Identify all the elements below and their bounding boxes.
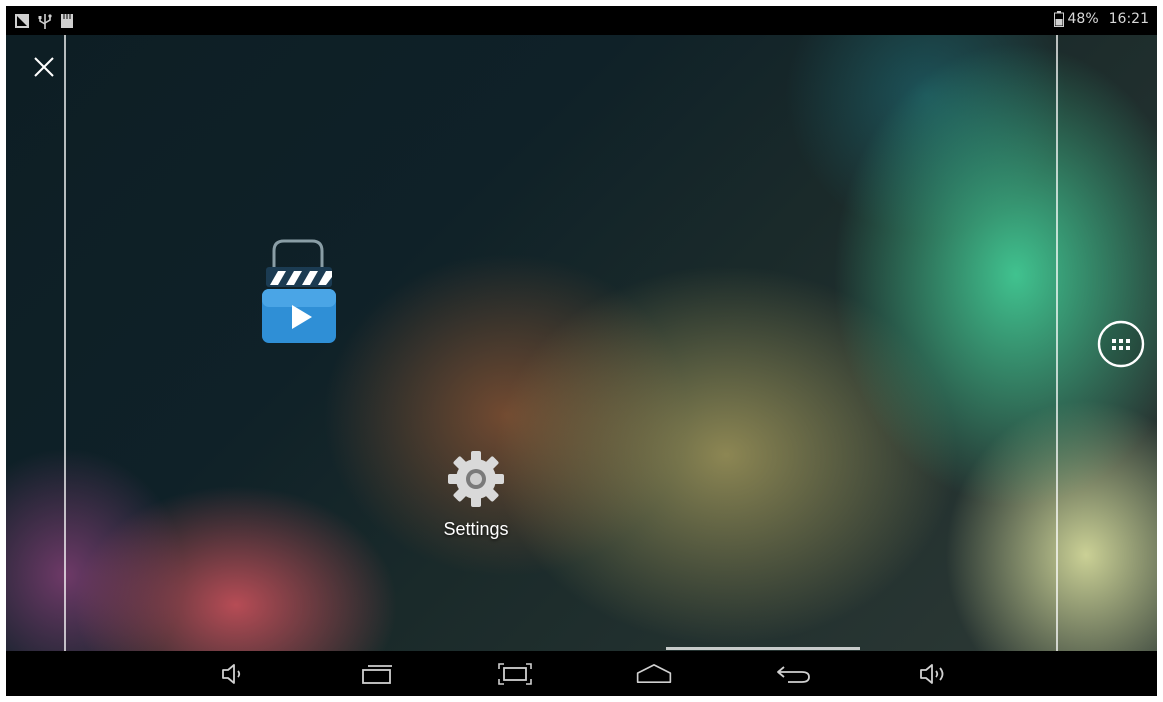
close-icon: [34, 57, 54, 77]
usb-icon: [38, 14, 52, 29]
system-status: 48% 16:21: [1053, 11, 1149, 27]
home-screen[interactable]: Settings: [6, 35, 1157, 651]
volume-up-button[interactable]: [914, 658, 954, 690]
volume-down-icon: [222, 664, 241, 684]
navigation-bar: [6, 651, 1157, 696]
battery-percent: 48%: [1067, 11, 1099, 27]
page-scroll-indicator: [666, 647, 860, 650]
device-screen: 48% 16:21 Settings: [6, 6, 1157, 696]
volume-down-button[interactable]: [214, 658, 254, 690]
screenshot-button[interactable]: [495, 658, 535, 690]
settings-label: Settings: [443, 519, 509, 539]
recent-apps-icon: [362, 665, 392, 684]
app-drawer-icon: [1097, 320, 1145, 368]
page-edge-right: [1056, 35, 1058, 651]
home-button[interactable]: [634, 658, 674, 690]
recent-apps-button[interactable]: [358, 658, 398, 690]
volume-up-icon: [920, 664, 944, 684]
back-button[interactable]: [774, 658, 814, 690]
sd-card-icon: [61, 14, 73, 28]
screenshot-icon: [498, 663, 532, 685]
status-bar: 48% 16:21: [6, 6, 1157, 35]
settings-shortcut[interactable]: Settings: [426, 447, 526, 540]
battery-icon: [1053, 11, 1064, 27]
home-icon: [636, 664, 672, 683]
video-player-shortcut[interactable]: [256, 237, 340, 347]
notification-icons: [14, 12, 74, 30]
page-edge-left: [64, 35, 66, 651]
close-button[interactable]: [30, 53, 58, 81]
gear-icon: [448, 451, 504, 507]
back-icon: [777, 666, 810, 683]
video-player-icon: [262, 239, 336, 343]
all-apps-button[interactable]: [1096, 319, 1146, 369]
clock: 16:21: [1108, 11, 1149, 27]
screenshot-notification-icon: [15, 14, 29, 28]
